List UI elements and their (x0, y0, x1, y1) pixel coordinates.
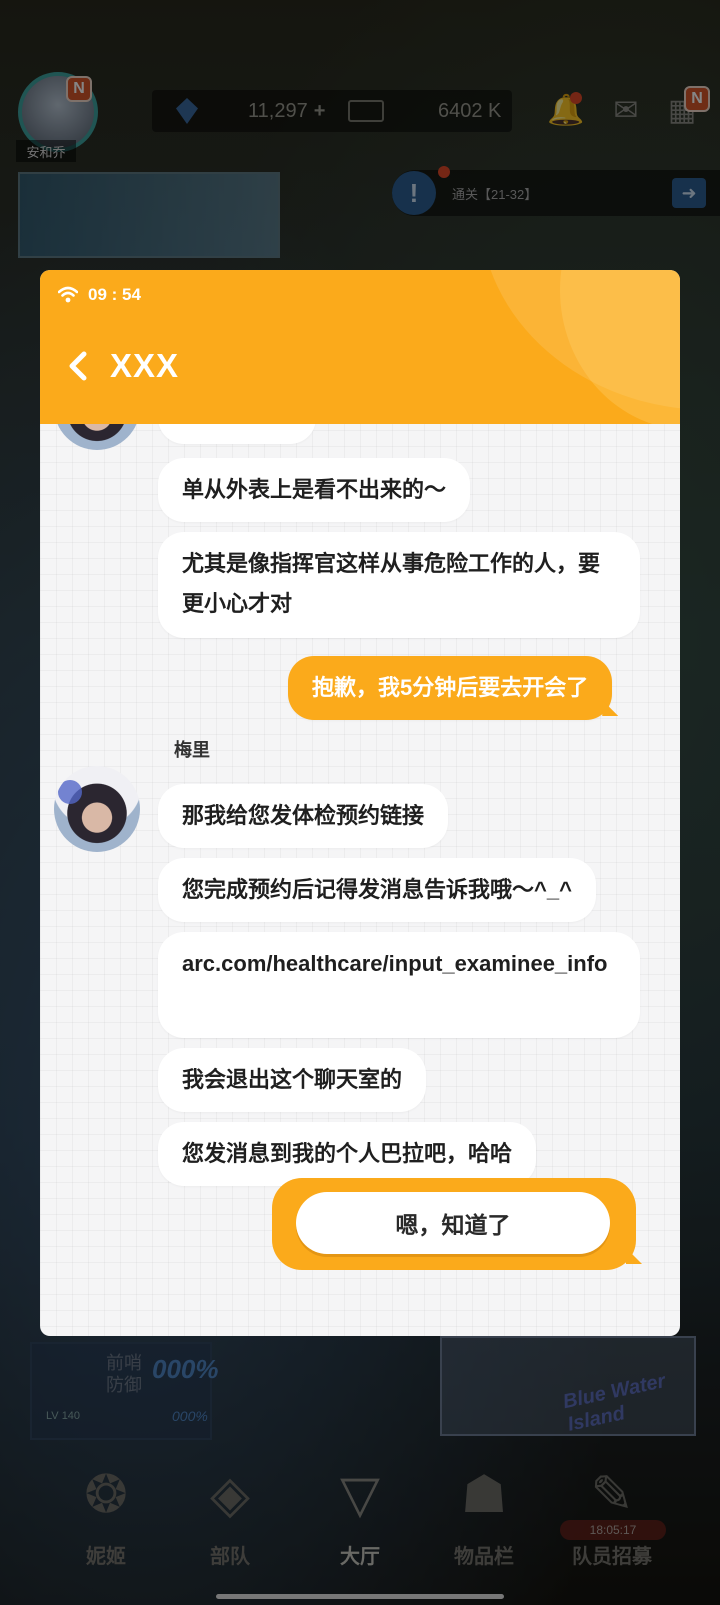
wifi-icon (58, 286, 78, 303)
status-time: 09 : 54 (88, 285, 141, 304)
chevron-left-icon (69, 351, 87, 381)
chat-title: XXX (110, 347, 180, 384)
chat-header: 09 : 54 XXX (40, 270, 680, 424)
my-message-bubble: 抱歉，我5分钟后要去开会了 (288, 656, 613, 720)
reply-option-container: 嗯，知道了 (272, 1178, 636, 1270)
message-bubble: 尤其是像指挥官这样从事危险工作的人，要更小心才对 (158, 532, 640, 638)
sender-name: 梅里 (174, 740, 210, 760)
message-bubble: 您发消息到我的个人巴拉吧，哈哈 (158, 1122, 537, 1186)
message-bubble: 我会退出这个聊天室的 (158, 1048, 427, 1112)
message-bubble: 您完成预约后记得发消息告诉我哦～^_^ (158, 858, 596, 922)
gesture-bar[interactable] (216, 1594, 504, 1599)
chat-modal: 身体状况呢 单从外表上是看不出来的～ 尤其是像指挥官这样从事危险工作的人，要更小… (40, 270, 680, 1336)
message-bubble: 那我给您发体检预约链接 (158, 784, 449, 848)
reply-option-button[interactable]: 嗯，知道了 (296, 1192, 610, 1254)
status-bar: 09 : 54 (58, 282, 141, 308)
header-decoration (560, 270, 680, 424)
sender-avatar[interactable] (54, 766, 140, 852)
message-bubble: 单从外表上是看不出来的～ (158, 458, 471, 522)
chat-scroll-area[interactable]: 身体状况呢 单从外表上是看不出来的～ 尤其是像指挥官这样从事危险工作的人，要更小… (40, 270, 680, 1336)
link-message-bubble[interactable]: arc.com/healthcare/input_examinee_info (158, 932, 640, 1038)
back-button[interactable] (66, 346, 96, 386)
